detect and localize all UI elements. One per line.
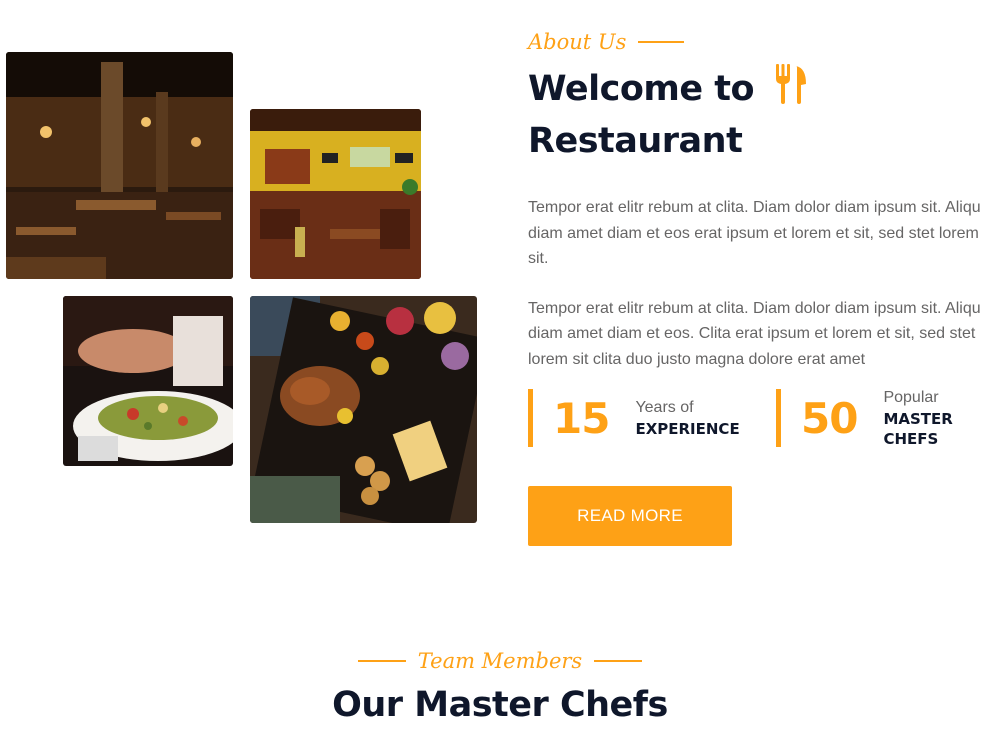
utensils-icon [774, 64, 808, 117]
stat-master-chefs: 50 Popular MASTER CHEFS [776, 383, 963, 453]
team-subtitle-text: Team Members [417, 649, 583, 673]
about-section: About Us Welcome to Restaurant Tempor er… [528, 26, 988, 372]
stat-label-top: Years of [635, 399, 694, 416]
stats-row: 15 Years of EXPERIENCE 50 Popular MASTER… [528, 383, 988, 453]
read-more-button[interactable]: READ MORE [528, 486, 732, 546]
stat-accent-bar [776, 389, 781, 447]
stat-number: 50 [801, 393, 858, 443]
about-paragraph-2: Tempor erat elitr rebum at clita. Diam d… [528, 299, 981, 368]
team-heading: Our Master Chefs [332, 685, 668, 725]
dining-room-image [250, 109, 421, 279]
heading-line-2: Restaurant [528, 121, 743, 161]
stat-label-top: Popular [883, 389, 939, 406]
stat-label-bottom: MASTER CHEFS [883, 410, 953, 448]
stat-label-bottom: EXPERIENCE [635, 420, 740, 438]
heading-line-1: Welcome to [528, 69, 755, 109]
stat-accent-bar [528, 389, 533, 447]
food-platter-image [250, 296, 477, 523]
person-eating-image [63, 296, 233, 466]
stat-number: 15 [553, 393, 610, 443]
restaurant-interior-image [6, 52, 233, 279]
subtitle-divider-line-left [357, 660, 406, 662]
about-paragraph-1: Tempor erat elitr rebum at clita. Diam d… [528, 199, 981, 267]
team-section: Team Members Our Master Chefs [0, 645, 1000, 725]
stat-experience: 15 Years of EXPERIENCE [528, 383, 740, 453]
subtitle-divider-line-right [594, 660, 643, 662]
about-subtitle-text: About Us [528, 30, 627, 54]
about-subtitle: About Us [528, 26, 988, 58]
subtitle-divider-line [638, 41, 685, 43]
about-heading: Welcome to Restaurant [528, 64, 988, 165]
team-subtitle: Team Members [0, 645, 1000, 677]
